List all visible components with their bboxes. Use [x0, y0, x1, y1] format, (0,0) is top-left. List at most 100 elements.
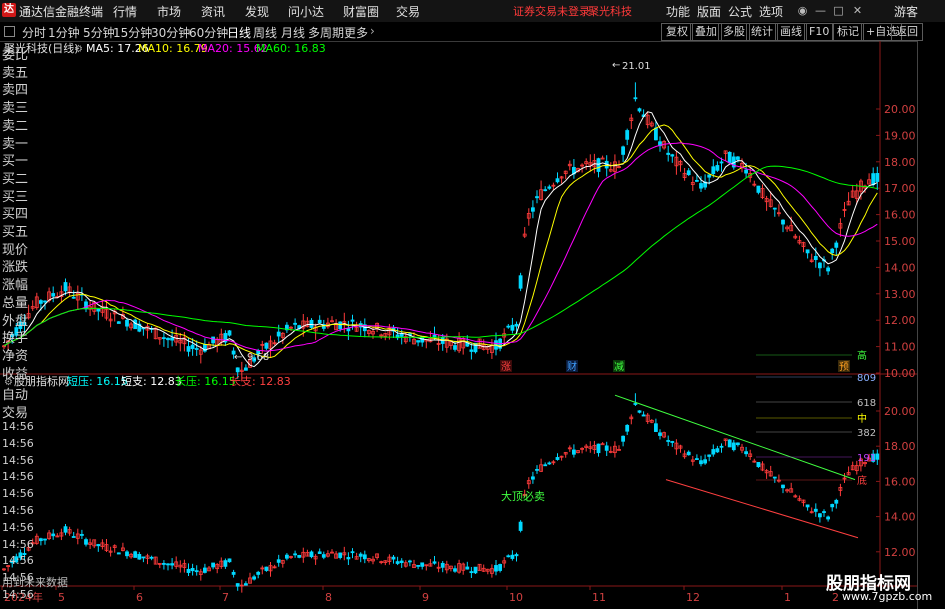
u-body-159 [654, 127, 658, 141]
u-body-97 [399, 333, 404, 337]
menu-function[interactable]: 功能 [666, 3, 690, 20]
u-body-132 [543, 189, 548, 192]
period-multi[interactable]: 多周期 [308, 24, 344, 41]
u-body-123 [506, 325, 511, 328]
minimize-icon[interactable]: — [814, 4, 827, 17]
quote-label-9: 买四 [2, 207, 29, 223]
l-body-202 [830, 504, 835, 508]
menu-quotes[interactable]: 行情 [113, 3, 137, 20]
quote-label-28: 14:56 [2, 537, 34, 551]
draw-line-button[interactable]: 画线 [775, 23, 807, 41]
short-support-label: 短支: 12.83 [121, 374, 182, 388]
time-label-3: 7 [222, 591, 229, 604]
period-monthly[interactable]: 月线 [281, 24, 305, 41]
period-5min[interactable]: 5分钟 [83, 24, 115, 41]
u-body-181 [744, 169, 748, 174]
period-30min[interactable]: 30分钟 [151, 24, 190, 41]
guest-login[interactable]: 游客 [894, 3, 918, 20]
l-body-156 [641, 414, 646, 417]
u-body-126 [518, 275, 523, 289]
menu-layout[interactable]: 版面 [697, 3, 721, 20]
l-body-159 [654, 423, 658, 432]
u-body-152 [625, 130, 630, 140]
quote-label-1: 卖五 [2, 65, 29, 81]
quote-label-25: 14:56 [2, 487, 34, 501]
long-support-label: 长支: 12.83 [230, 375, 291, 388]
period-daily[interactable]: 日线 [227, 24, 251, 41]
adjust-button[interactable]: 复权 [661, 23, 693, 41]
l-body-171 [703, 459, 707, 464]
period-60min[interactable]: 60分钟 [189, 24, 228, 41]
stats-button[interactable]: 统计 [746, 23, 778, 41]
u-body-129 [531, 207, 535, 212]
l-body-32 [133, 551, 138, 558]
u-body-162 [666, 152, 671, 155]
l-body-55 [227, 558, 232, 563]
period-intraday[interactable]: 分时 [22, 24, 46, 41]
menu-formula[interactable]: 公式 [728, 3, 752, 20]
kline-chart-area[interactable]: 聚光科技(日线) ⚙ MA5: 17.26 MA10: 16.79 MA20: … [0, 41, 917, 609]
u-body-10 [43, 300, 47, 303]
skin-icon[interactable]: ◉ [796, 4, 809, 17]
menu-options[interactable]: 选项 [759, 3, 783, 20]
level-label-6: 底 [857, 474, 867, 487]
login-notice[interactable]: 证券交易未登录 [513, 3, 590, 19]
menu-market[interactable]: 市场 [157, 3, 181, 20]
period-1min[interactable]: 1分钟 [48, 24, 80, 41]
l-body-77 [317, 551, 322, 555]
watermark-url: www.7gpzb.com [842, 590, 933, 603]
quote-label-14: 总量 [2, 295, 29, 311]
long-pressure-label: 长压: 16.15 [175, 375, 236, 388]
u-body-170 [699, 183, 703, 189]
l-body-198 [813, 508, 818, 512]
back-button[interactable]: 返回 [891, 23, 923, 41]
quote-label-17: 净资 [2, 348, 29, 364]
upper-tick-label-1: 19.00 [884, 129, 916, 142]
u-body-64 [264, 342, 269, 349]
settings-gear-icon[interactable]: ⚙ [74, 44, 83, 55]
panel-toggle-icon[interactable] [4, 26, 15, 37]
upper-tick-label-7: 13.00 [884, 288, 916, 301]
l-body-181 [744, 451, 748, 455]
l-body-23 [96, 544, 101, 547]
menu-discover[interactable]: 发现 [245, 3, 269, 20]
period-more[interactable]: 更多 [344, 24, 368, 41]
menu-trade[interactable]: 交易 [396, 3, 420, 20]
close-icon[interactable]: ✕ [851, 4, 864, 17]
l-body-115 [473, 566, 478, 574]
long-support-line [665, 479, 859, 539]
u-body-169 [695, 179, 699, 182]
period-weekly[interactable]: 周线 [253, 24, 277, 41]
u-body-196 [805, 249, 810, 254]
l-body-41 [170, 563, 175, 566]
upper-tick-label-3: 17.00 [884, 182, 916, 195]
menu-ask[interactable]: 问小达 [288, 3, 324, 20]
menu-news[interactable]: 资讯 [201, 3, 225, 20]
quote-label-2: 卖四 [2, 83, 29, 99]
stock-name-tab[interactable]: 聚光科技 [588, 3, 632, 19]
app-logo: 达 [2, 3, 16, 17]
time-label-8: 12 [686, 591, 700, 604]
mark-button[interactable]: 标记 [832, 23, 864, 41]
period-15min[interactable]: 15分钟 [113, 24, 152, 41]
upper-tick-label-9: 11.00 [884, 341, 916, 354]
menu-fortune[interactable]: 财富圈 [343, 3, 379, 20]
lower-tick-label-4: 12.00 [884, 546, 916, 559]
u-body-174 [715, 165, 720, 171]
quote-label-23: 14:56 [2, 453, 34, 467]
upper-tick-label-6: 14.00 [884, 261, 916, 274]
l-body-34 [141, 556, 146, 559]
u-body-67 [276, 331, 281, 337]
quote-label-31: 14:56 [2, 588, 34, 601]
l-body-151 [621, 435, 625, 442]
l-body-105 [432, 561, 437, 564]
chevron-right-icon[interactable]: › [370, 24, 375, 38]
u-body-213 [875, 173, 880, 182]
u-body-175 [719, 161, 724, 164]
l-body-184 [756, 461, 761, 467]
f10-button[interactable]: F10 [804, 23, 835, 41]
l-body-61 [252, 576, 257, 580]
maximize-icon[interactable]: □ [832, 4, 845, 17]
upper-tick-label-8: 12.00 [884, 314, 916, 327]
ma60-label: MA60: 16.83 [256, 42, 326, 55]
